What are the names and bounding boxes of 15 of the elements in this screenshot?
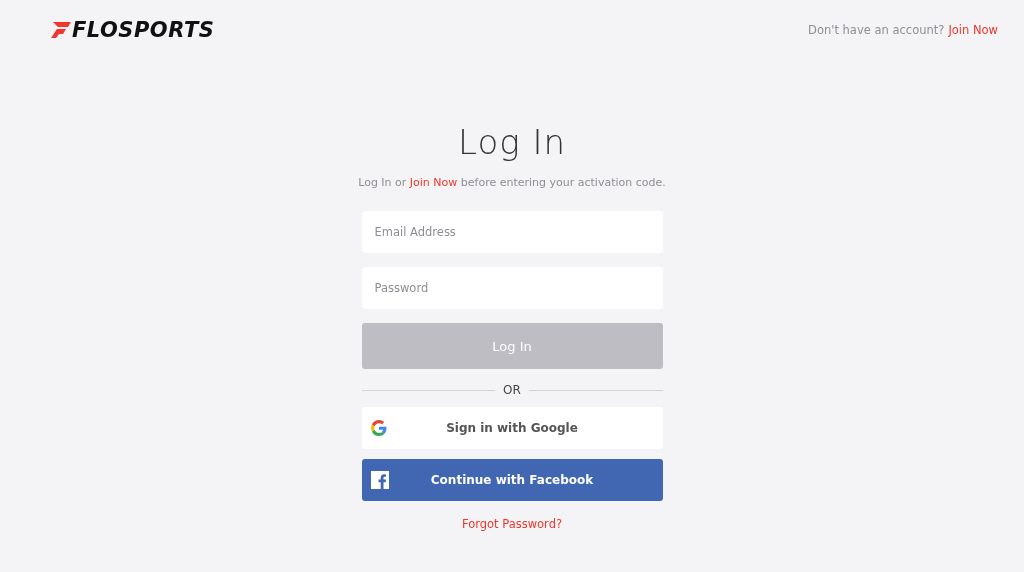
password-field[interactable]: Password <box>361 267 663 309</box>
join-now-link[interactable]: Join Now <box>948 23 998 37</box>
join-now-link[interactable]: Join Now <box>409 176 458 189</box>
flosports-logo[interactable]: FLOSPORTS <box>51 18 215 42</box>
forgot-password-link[interactable]: Forgot Password? <box>461 517 563 531</box>
logo-mark-icon <box>51 22 71 38</box>
google-signin-button[interactable]: Sign in with Google <box>361 407 663 449</box>
page-title: Log In <box>458 122 566 162</box>
account-prompt: Don't have an account? <box>808 23 945 37</box>
or-divider-text: OR <box>503 383 521 397</box>
facebook-icon <box>370 471 389 489</box>
email-field[interactable]: Email Address <box>361 211 663 253</box>
facebook-login-button[interactable]: Continue with Facebook <box>361 459 663 501</box>
subtitle-text: Log In or Join Now before entering your activation code. <box>358 176 666 189</box>
google-icon <box>370 420 387 436</box>
